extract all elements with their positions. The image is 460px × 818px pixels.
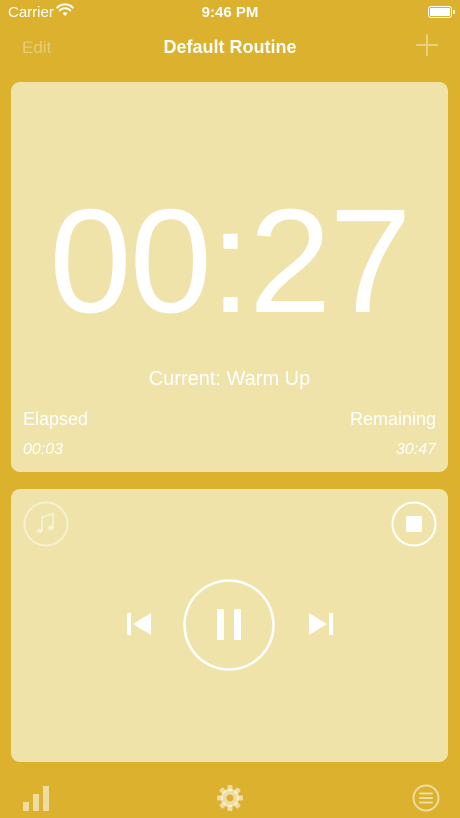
tab-bar (0, 768, 460, 818)
battery-icon (428, 6, 455, 18)
page-title: Default Routine (163, 37, 297, 57)
plus-icon[interactable] (416, 34, 438, 56)
timer-card: 00:27 Current: Warm Up Elapsed 00:03 Rem… (11, 82, 448, 472)
pause-icon[interactable] (183, 579, 275, 671)
remaining-value: 30:47 (395, 441, 436, 458)
stop-icon[interactable] (391, 501, 437, 547)
settings-gear-icon[interactable] (216, 784, 244, 812)
music-note-icon[interactable] (23, 501, 69, 547)
list-menu-icon[interactable] (412, 784, 440, 812)
status-bar: Carrier 9:46 PM (0, 0, 460, 26)
playback-controls-card (11, 489, 448, 762)
skip-previous-icon[interactable] (125, 610, 153, 638)
elapsed-value: 00:03 (23, 441, 64, 458)
elapsed-label: Elapsed (23, 409, 89, 429)
remaining-label: Remaining (349, 409, 436, 429)
timer-display: 00:27 (49, 179, 411, 344)
skip-next-icon[interactable] (307, 610, 335, 638)
navigation-bar: Edit Default Routine (0, 30, 460, 66)
stats-icon[interactable] (22, 785, 50, 811)
current-interval-label: Current: Warm Up (148, 368, 311, 390)
status-time: 9:46 PM (201, 4, 259, 21)
